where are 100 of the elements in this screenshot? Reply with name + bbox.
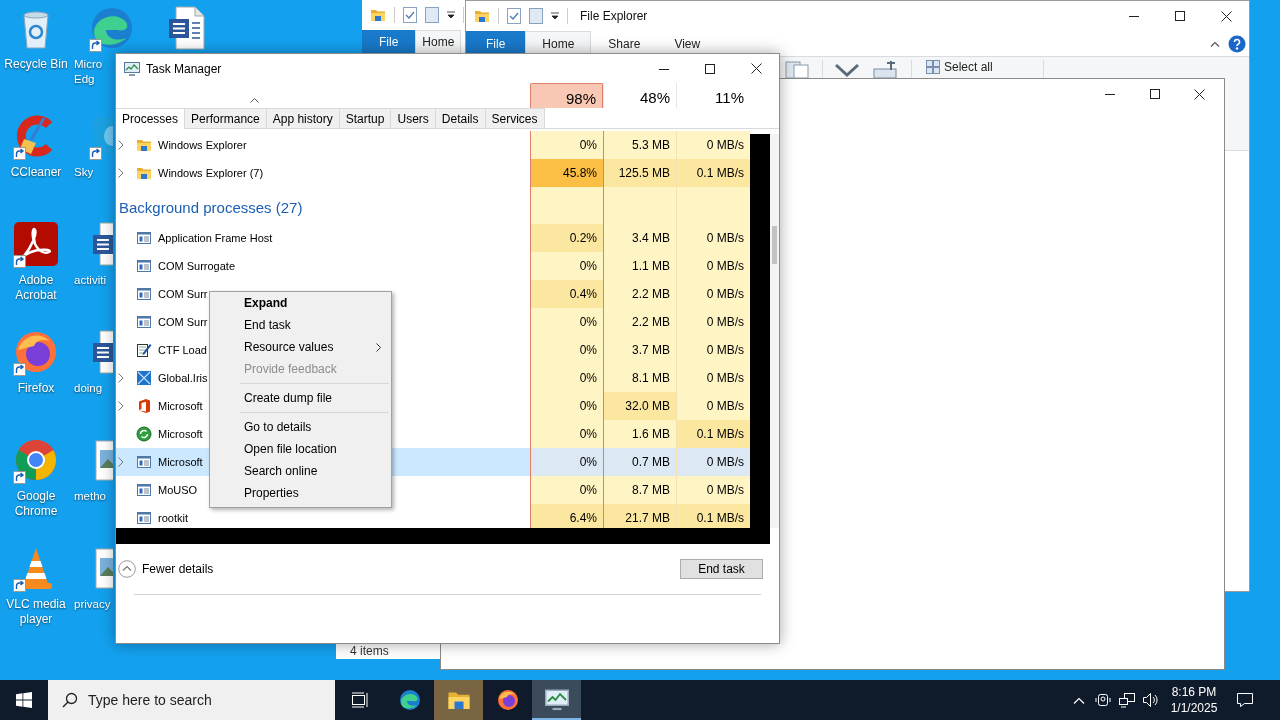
window-title: Task Manager xyxy=(146,61,222,76)
chevron-right-icon[interactable] xyxy=(118,401,124,411)
end-task-button[interactable]: End task xyxy=(680,559,763,579)
table-cell: 0 MB/s xyxy=(676,308,750,336)
process-name[interactable]: Microsoft xyxy=(158,428,203,440)
tab[interactable]: Processes xyxy=(116,108,186,129)
scrollbar[interactable] xyxy=(770,134,779,528)
process-name[interactable]: MoUSO xyxy=(158,484,198,496)
wave-browser-icon[interactable] xyxy=(397,688,422,712)
help-icon[interactable] xyxy=(1228,34,1246,53)
column-header[interactable]: 48% xyxy=(603,83,676,108)
table-cell: 5.3 MB xyxy=(603,131,676,159)
search-field[interactable]: Type here to search xyxy=(48,680,335,720)
checkmark-page-icon[interactable] xyxy=(507,8,521,24)
circle-arrows-icon xyxy=(136,426,152,442)
tab[interactable]: Details xyxy=(435,108,486,128)
grid-icon xyxy=(926,60,940,74)
maximize-icon[interactable] xyxy=(705,63,715,74)
windows-logo-icon[interactable] xyxy=(16,692,32,708)
speaker-icon[interactable] xyxy=(1142,692,1160,708)
ribbon-tab[interactable]: View xyxy=(657,31,718,56)
column-header[interactable]: 98% xyxy=(530,83,603,108)
table-cell: 0.2% xyxy=(530,224,603,252)
chevron-right-icon[interactable] xyxy=(118,168,124,178)
camera-icon[interactable] xyxy=(1095,692,1111,708)
tab[interactable]: App history xyxy=(266,108,340,128)
ribbon-tab[interactable]: File xyxy=(362,30,416,53)
menu-item[interactable]: Create dump file xyxy=(210,387,391,409)
fewer-details-button[interactable]: Fewer details xyxy=(118,560,214,578)
maximize-icon[interactable] xyxy=(1149,89,1160,99)
table-cell: 0 MB/s xyxy=(676,336,750,364)
chevron-right-icon[interactable] xyxy=(118,457,124,467)
table-cell: 21.7 MB xyxy=(603,504,676,528)
chevron-right-icon[interactable] xyxy=(118,373,124,383)
process-name[interactable]: Windows Explorer (7) xyxy=(158,167,264,179)
folder-icon[interactable] xyxy=(370,7,386,23)
column-header[interactable]: 11% xyxy=(676,83,750,108)
table-cell: 8.1 MB xyxy=(603,364,676,392)
process-name[interactable]: COM Surr xyxy=(158,288,208,300)
folder-icon xyxy=(136,137,152,153)
checkmark-page-icon[interactable] xyxy=(403,7,417,23)
clock-date[interactable]: 1/1/2025 xyxy=(1170,700,1218,716)
menu-item[interactable]: Expand xyxy=(210,292,391,314)
menu-item[interactable]: Properties xyxy=(210,482,391,504)
office-app-icon xyxy=(136,398,152,414)
folder-icon[interactable] xyxy=(474,8,490,24)
menu-item[interactable]: Go to details xyxy=(210,416,391,438)
process-name[interactable]: Windows Explorer xyxy=(158,139,247,151)
menu-item[interactable]: Resource values xyxy=(210,336,391,358)
table-cell: 0 MB/s xyxy=(676,252,750,280)
dropdown-caret-icon[interactable] xyxy=(447,11,455,19)
process-name[interactable]: COM Surrogate xyxy=(158,260,236,272)
process-name[interactable]: rootkit xyxy=(158,512,188,524)
chevron-right-icon[interactable] xyxy=(118,140,124,150)
task-view-icon[interactable] xyxy=(351,692,369,708)
close-icon[interactable] xyxy=(1220,10,1232,22)
process-name[interactable]: Global.Iris xyxy=(158,372,208,384)
menu-item[interactable]: End task xyxy=(210,314,391,336)
table-cell: 1.6 MB xyxy=(603,420,676,448)
maximize-icon[interactable] xyxy=(1175,11,1185,21)
close-icon[interactable] xyxy=(1194,88,1205,100)
icon-label: Google Chrome xyxy=(14,489,58,519)
status-text: 4 items xyxy=(349,644,389,659)
clock-time[interactable]: 8:16 PM xyxy=(1171,684,1217,700)
select-all-button[interactable]: Select all xyxy=(922,60,997,74)
icon-label: activiti xyxy=(74,273,106,288)
tab[interactable]: Users xyxy=(391,108,436,128)
tab[interactable]: Startup xyxy=(339,108,392,128)
dropdown-caret-icon[interactable] xyxy=(551,12,559,20)
process-name[interactable]: CTF Load xyxy=(158,344,207,356)
table-cell: 3.4 MB xyxy=(603,224,676,252)
window-icon xyxy=(136,454,152,470)
tab[interactable]: Performance xyxy=(185,108,267,128)
ribbon-tab[interactable]: Home xyxy=(415,30,462,53)
fox-browser-icon[interactable] xyxy=(495,688,520,712)
pdf-app-icon[interactable] xyxy=(12,220,60,268)
table-cell: 6.4% xyxy=(530,504,603,528)
close-icon[interactable] xyxy=(750,63,762,74)
menu-item[interactable]: Open file location xyxy=(210,438,391,460)
group-heading: Background processes (27) xyxy=(119,199,303,216)
icon-label: VLC media player xyxy=(6,597,66,627)
task-manager-icon[interactable] xyxy=(544,689,569,711)
process-name[interactable]: Application Frame Host xyxy=(158,232,273,244)
menu-item[interactable]: Search online xyxy=(210,460,391,482)
network-icon[interactable] xyxy=(1118,692,1136,708)
process-name[interactable]: Microsoft xyxy=(158,400,203,412)
table-cell: 0% xyxy=(530,364,603,392)
table-cell: 0.1 MB/s xyxy=(676,159,750,187)
tab[interactable]: Services xyxy=(485,108,545,128)
icon-label: doing xyxy=(74,381,103,396)
ribbon-tab[interactable]: Share xyxy=(591,31,658,56)
process-name[interactable]: COM Surr xyxy=(158,316,208,328)
notification-icon[interactable] xyxy=(1236,692,1254,708)
process-name[interactable]: Microsoft xyxy=(158,456,203,468)
table-cell: 125.5 MB xyxy=(603,159,676,187)
sort-caret-icon[interactable] xyxy=(250,97,259,103)
window-title: File Explorer xyxy=(580,9,648,23)
icon-label: CCleaner xyxy=(10,165,62,180)
icon-label: Adobe Acrobat xyxy=(15,273,57,303)
table-cell: 2.2 MB xyxy=(603,308,676,336)
